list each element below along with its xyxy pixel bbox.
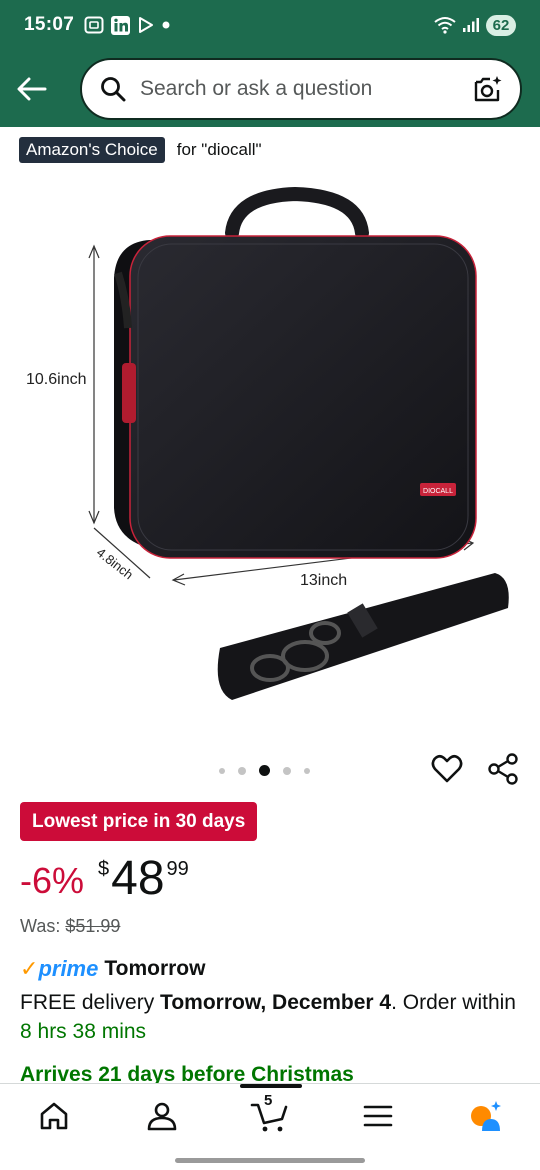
order-countdown: 8 hrs 38 mins	[20, 1020, 147, 1043]
discount-percent: -6%	[20, 860, 85, 901]
back-button[interactable]	[14, 71, 50, 107]
app-header	[0, 50, 540, 127]
price-block: -6% $ 48 99	[20, 852, 189, 906]
cart-count: 5	[264, 1092, 273, 1109]
status-bar: 15:07 62	[0, 0, 540, 50]
nav-rufus[interactable]	[466, 1098, 506, 1134]
share-button[interactable]	[486, 752, 522, 788]
delivery-date: Tomorrow, December 4	[160, 991, 392, 1014]
home-icon	[40, 1102, 68, 1130]
search-bar[interactable]	[80, 57, 522, 120]
status-notification-icons	[84, 15, 170, 35]
carousel-dot-active[interactable]	[259, 765, 270, 776]
width-dimension-label: 13inch	[300, 572, 348, 589]
image-carousel-dots[interactable]	[219, 765, 310, 776]
signal-icon	[462, 17, 480, 33]
rufus-icon	[471, 1101, 501, 1131]
bottom-navigation: 5	[0, 1083, 540, 1170]
carousel-dot[interactable]	[283, 766, 291, 775]
carousel-dot[interactable]	[238, 766, 246, 775]
status-system-icons: 62	[434, 14, 516, 36]
lowest-price-badge: Lowest price in 30 days	[20, 802, 258, 841]
arrow-left-icon	[17, 77, 47, 100]
screenshot-icon	[84, 16, 104, 34]
price-whole: 48	[111, 852, 165, 905]
carrying-case-illustration: DIOCALL	[88, 186, 509, 700]
search-icon	[100, 75, 128, 103]
wifi-icon	[434, 16, 456, 34]
nav-home[interactable]	[34, 1098, 74, 1134]
battery-indicator: 62	[486, 14, 516, 36]
prime-logo: ✓ prime	[20, 956, 98, 982]
arrives-before-christmas: Arrives 21 days before Christmas	[20, 1063, 354, 1084]
delivery-message: FREE delivery Tomorrow, December 4. Orde…	[20, 988, 520, 1046]
prime-check-icon: ✓	[20, 956, 39, 981]
prime-delivery-day: Tomorrow	[104, 957, 206, 980]
menu-icon	[363, 1105, 393, 1127]
status-time: 15:07	[24, 14, 75, 35]
delivery-mid: . Order within	[391, 991, 516, 1014]
delivery-prefix: FREE delivery	[20, 991, 161, 1014]
camera-lens-icon[interactable]	[472, 73, 504, 105]
share-icon	[488, 753, 518, 785]
wishlist-button[interactable]	[430, 752, 464, 786]
heart-icon	[431, 754, 463, 783]
prime-delivery-row: ✓ prime Tomorrow	[20, 956, 205, 982]
height-dimension-label: 10.6inch	[26, 371, 87, 388]
brand-tag: DIOCALL	[423, 488, 453, 495]
carousel-dot[interactable]	[219, 767, 225, 774]
price-symbol: $	[98, 858, 110, 880]
product-image[interactable]: DIOCALL 10.6inch 4.8inch 13inch	[0, 178, 540, 738]
prime-label: prime	[38, 956, 99, 981]
play-icon	[137, 16, 155, 34]
account-icon	[147, 1102, 177, 1131]
nav-cart[interactable]: 5	[250, 1092, 290, 1134]
current-price: $ 48 99	[98, 852, 189, 906]
nav-account[interactable]	[142, 1098, 182, 1134]
choice-query-text: for "diocall"	[176, 140, 262, 159]
nav-menu[interactable]	[358, 1098, 398, 1134]
system-home-indicator[interactable]	[175, 1158, 365, 1163]
dot-icon	[162, 21, 170, 29]
linkedin-icon	[111, 15, 131, 35]
nav-active-indicator	[240, 1084, 302, 1088]
search-input[interactable]	[140, 76, 472, 101]
was-label: Was:	[20, 916, 61, 936]
amazons-choice-badge: Amazon's Choice	[19, 137, 165, 163]
was-price-row: Was: $51.99	[20, 916, 120, 937]
was-price: $51.99	[65, 916, 121, 936]
price-fraction: 99	[166, 858, 189, 880]
carousel-dot[interactable]	[304, 767, 310, 774]
amazons-choice-row[interactable]: Amazon's Choice for "diocall"	[19, 137, 262, 163]
